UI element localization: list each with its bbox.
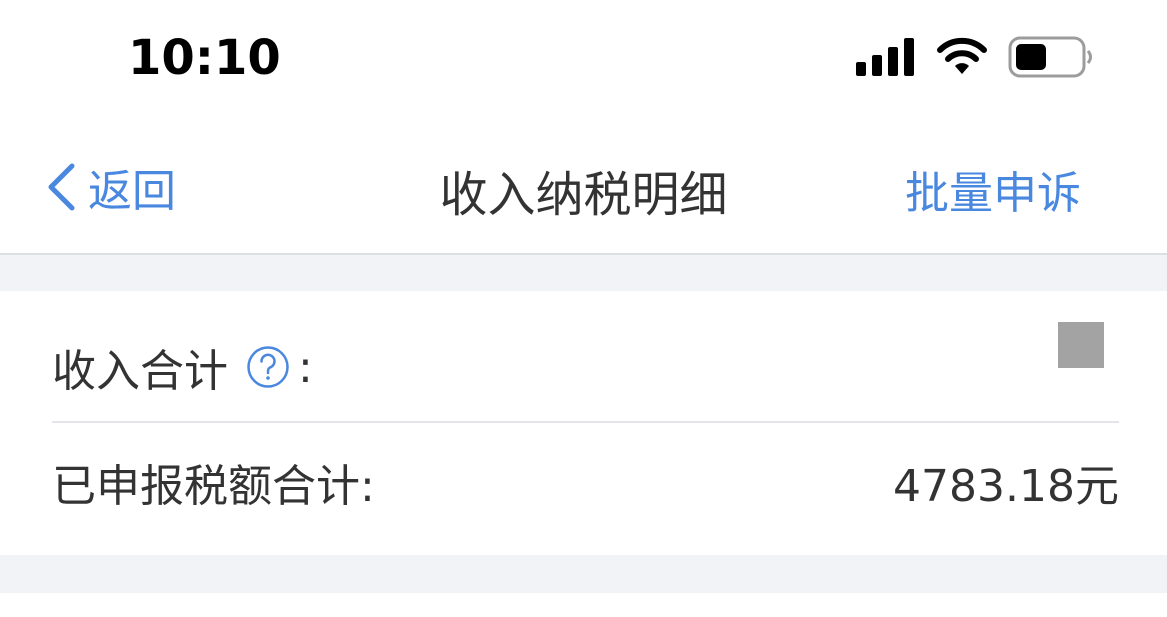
nav-bar: 返回 收入纳税明细 批量申诉 [0,115,1167,255]
section-separator [0,255,1167,291]
tax-total-row: 已申报税额合计: 4783.18元 [52,446,1119,518]
summary-card: 收入合计 : 已申报税额合计: 4783.18元 [0,291,1167,555]
tax-total-label: 已申报税额合计: [52,461,375,512]
content-area [0,593,1167,617]
tax-total-value: 4783.18元 [893,461,1119,512]
income-total-label: 收入合计 [52,346,228,397]
help-icon[interactable] [246,345,290,389]
status-time: 10:10 [128,30,281,86]
section-separator [0,555,1167,593]
status-bar: 10:10 [0,0,1167,115]
wifi-icon [937,37,987,74]
battery-icon [1008,36,1092,78]
signal-icon [856,38,914,76]
batch-appeal-button[interactable]: 批量申诉 [905,157,1081,221]
income-total-colon: : [298,341,313,393]
income-total-row: 收入合计 : [52,331,1119,403]
row-divider [52,421,1119,423]
